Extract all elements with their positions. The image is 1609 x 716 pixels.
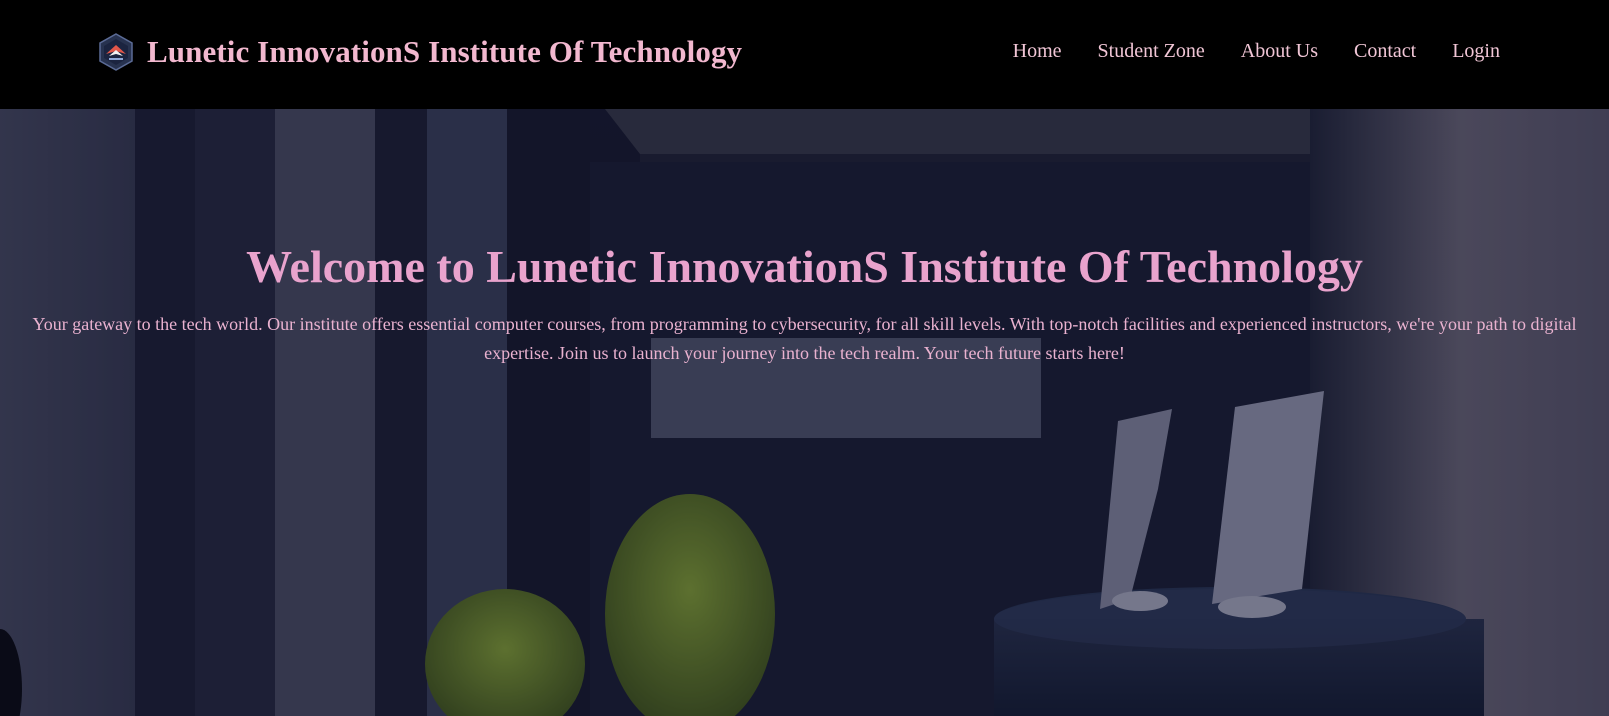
nav-login[interactable]: Login [1452, 40, 1500, 63]
hero-description-line-1: Your gateway to the tech world. Our inst… [32, 314, 1577, 334]
navbar: Lunetic InnovationS Institute Of Technol… [0, 0, 1609, 109]
brand-title: Lunetic InnovationS Institute Of Technol… [147, 34, 743, 69]
hero-section: Welcome to Lunetic InnovationS Institute… [0, 109, 1609, 716]
brand[interactable]: Lunetic InnovationS Institute Of Technol… [97, 31, 742, 73]
hero-description-line-2: expertise. Join us to launch your journe… [484, 343, 1125, 363]
hero-title: Welcome to Lunetic InnovationS Institute… [246, 241, 1363, 292]
institute-logo-icon [99, 33, 133, 71]
main-nav: Home Student Zone About Us Contact Login [977, 40, 1500, 63]
nav-about-us[interactable]: About Us [1241, 40, 1318, 63]
hero-description: Your gateway to the tech world. Our inst… [0, 310, 1609, 368]
nav-home[interactable]: Home [1013, 40, 1062, 63]
nav-contact[interactable]: Contact [1354, 40, 1416, 63]
hero-overlay [0, 109, 1609, 716]
nav-student-zone[interactable]: Student Zone [1098, 40, 1205, 63]
